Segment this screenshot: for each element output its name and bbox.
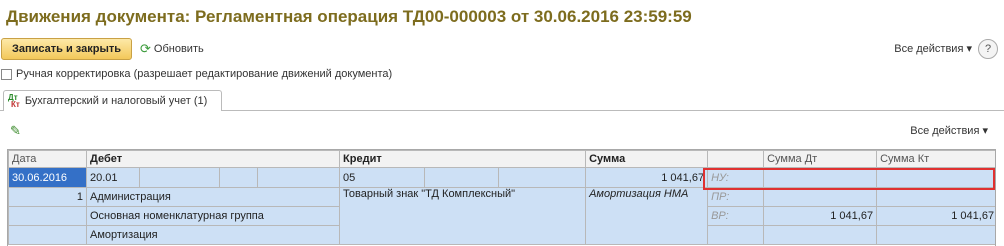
- cell-debit-account[interactable]: 20.01: [86, 167, 140, 188]
- cell-credit-extra-1[interactable]: [424, 167, 500, 188]
- refresh-icon: ⟳: [140, 41, 151, 56]
- col-sum[interactable]: Сумма: [585, 150, 709, 168]
- refresh-label: Обновить: [153, 42, 204, 55]
- cell-empty: [876, 225, 995, 245]
- help-icon[interactable]: ?: [978, 39, 998, 59]
- cell-credit-account[interactable]: 05: [339, 167, 426, 188]
- tab-accounting[interactable]: Дт Кт Бухгалтерский и налоговый учет (1): [3, 90, 222, 111]
- cell-row-number: 1: [8, 187, 87, 207]
- tab-label: Бухгалтерский и налоговый учет (1): [24, 95, 208, 107]
- col-date[interactable]: Дата: [8, 150, 87, 168]
- cell-sum[interactable]: 1 041,67: [585, 167, 709, 188]
- cell-nu-label: НУ:: [707, 167, 765, 188]
- cell-empty: [8, 225, 87, 245]
- cell-credit-extra-2[interactable]: [498, 167, 587, 188]
- cell-empty: [8, 206, 87, 226]
- cell-empty: [763, 225, 878, 245]
- cell-vr-dt[interactable]: 1 041,67: [763, 206, 878, 226]
- cell-debit-extra-2[interactable]: [219, 167, 258, 188]
- table-row[interactable]: 1 Администрация Товарный знак "ТД Компле…: [8, 187, 995, 245]
- manual-correction-checkbox[interactable]: Ручная корректировка (разрешает редактир…: [1, 68, 392, 80]
- table-header: Дата Дебет Кредит Сумма Сумма Дт Сумма К…: [8, 150, 995, 168]
- dt-kt-icon: Дт Кт: [8, 93, 20, 109]
- cell-debit-subconto-2[interactable]: Основная номенклатурная группа: [85, 206, 341, 226]
- all-actions-menu[interactable]: Все действия ▾: [894, 42, 972, 55]
- cell-pr-dt[interactable]: [763, 187, 878, 207]
- cell-credit-subconto-1[interactable]: Товарный знак "ТД Комплексный": [339, 187, 587, 245]
- cell-nu-dt[interactable]: [763, 167, 878, 188]
- table-row[interactable]: 30.06.2016 20.01 05 1 041,67 НУ:: [8, 167, 995, 188]
- cell-content[interactable]: Амортизация НМА: [585, 187, 709, 245]
- page-title: Движения документа: Регламентная операци…: [6, 7, 692, 26]
- checkbox-icon[interactable]: [1, 68, 12, 80]
- cell-empty: [707, 225, 765, 245]
- cell-pr-label: ПР:: [707, 187, 765, 207]
- edit-icon[interactable]: ✎: [10, 123, 21, 139]
- refresh-button[interactable]: ⟳ Обновить: [140, 42, 204, 55]
- table-all-actions-menu[interactable]: Все действия ▾: [910, 124, 988, 137]
- entries-table[interactable]: Дата Дебет Кредит Сумма Сумма Дт Сумма К…: [7, 149, 996, 246]
- col-blank[interactable]: [707, 150, 765, 168]
- save-and-close-button[interactable]: Записать и закрыть: [1, 38, 132, 60]
- cell-vr-label: ВР:: [707, 206, 765, 226]
- manual-correction-label: Ручная корректировка (разрешает редактир…: [16, 68, 393, 80]
- cell-debit-subconto-1[interactable]: Администрация: [85, 187, 341, 207]
- col-debit[interactable]: Дебет: [85, 150, 341, 168]
- cell-debit-extra-3[interactable]: [256, 167, 341, 188]
- col-sum-kt[interactable]: Сумма Кт: [876, 150, 995, 168]
- col-credit[interactable]: Кредит: [339, 150, 587, 168]
- cell-date[interactable]: 30.06.2016: [8, 167, 87, 188]
- cell-nu-kt[interactable]: [876, 167, 995, 188]
- cell-debit-extra-1[interactable]: [139, 167, 220, 188]
- cell-vr-kt[interactable]: 1 041,67: [876, 206, 995, 226]
- cell-pr-kt[interactable]: [876, 187, 995, 207]
- col-sum-dt[interactable]: Сумма Дт: [763, 150, 878, 168]
- cell-debit-subconto-3[interactable]: Амортизация: [85, 225, 341, 245]
